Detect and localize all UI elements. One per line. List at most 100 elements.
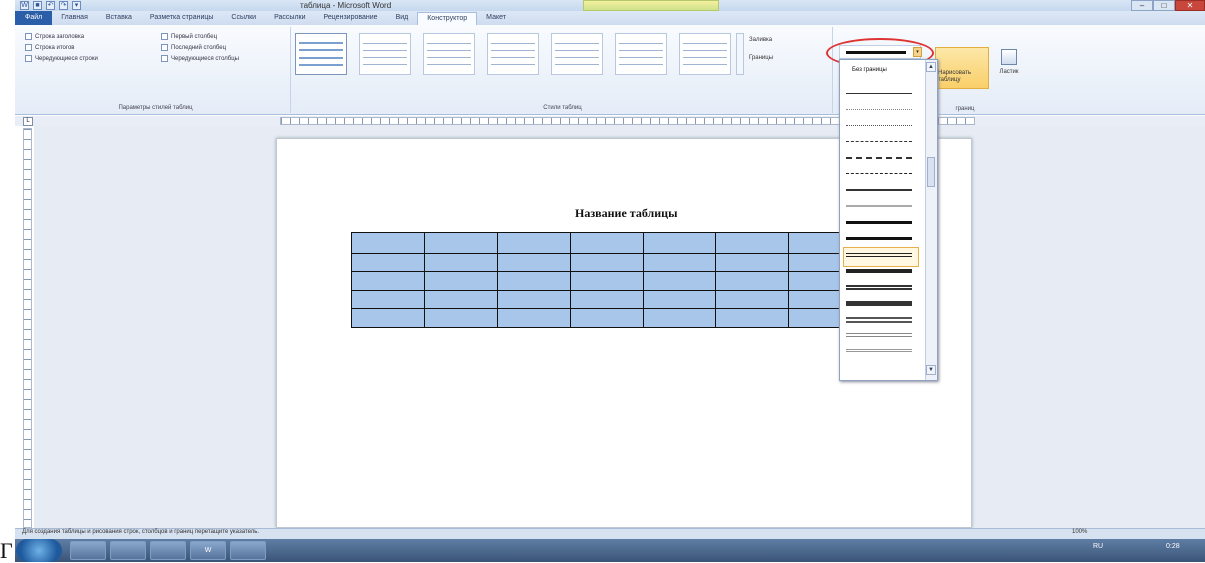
- ribbon-tabs: Файл Главная Вставка Разметка страницы С…: [15, 11, 1205, 25]
- table-cell[interactable]: [569, 252, 644, 273]
- tab-home[interactable]: Главная: [52, 11, 97, 25]
- line-style-option[interactable]: [846, 173, 912, 174]
- table-style-4[interactable]: [487, 33, 539, 75]
- word-app-icon[interactable]: W: [20, 1, 29, 10]
- banded-columns-checkbox[interactable]: Чередующиеся столбцы: [161, 53, 239, 64]
- line-style-option[interactable]: [846, 205, 912, 207]
- tab-review[interactable]: Рецензирование: [315, 11, 387, 25]
- line-style-option[interactable]: [846, 301, 912, 306]
- taskbar-word[interactable]: W: [190, 541, 226, 560]
- taskbar-explorer[interactable]: [110, 541, 146, 560]
- line-style-option[interactable]: [846, 93, 912, 94]
- table-cell[interactable]: [642, 232, 717, 254]
- minimize-button[interactable]: –: [1131, 0, 1153, 11]
- table-cell[interactable]: [423, 271, 498, 291]
- table-style-3[interactable]: [423, 33, 475, 75]
- start-button[interactable]: [16, 539, 62, 562]
- first-column-checkbox[interactable]: Первый столбец: [161, 31, 239, 42]
- maximize-button[interactable]: □: [1153, 0, 1175, 11]
- total-row-checkbox[interactable]: Строка итогов: [25, 42, 98, 53]
- table-cell[interactable]: [642, 289, 717, 310]
- table-cell[interactable]: [715, 308, 790, 328]
- scroll-up-icon[interactable]: ▲: [926, 62, 936, 72]
- line-style-option[interactable]: [846, 317, 912, 323]
- redo-icon[interactable]: ↷: [59, 1, 68, 10]
- header-row-checkbox[interactable]: Строка заголовка: [25, 31, 98, 42]
- table-cell[interactable]: [423, 308, 498, 328]
- table-cell[interactable]: [569, 271, 644, 291]
- table-cell[interactable]: [496, 252, 571, 273]
- line-style-option[interactable]: [846, 189, 912, 191]
- line-style-option[interactable]: [846, 109, 912, 110]
- vertical-ruler[interactable]: [23, 128, 32, 528]
- line-style-option[interactable]: [846, 285, 912, 290]
- line-style-option[interactable]: [846, 333, 912, 337]
- draw-table-button[interactable]: Нарисовать таблицу: [935, 47, 989, 89]
- tab-mailings[interactable]: Рассылки: [265, 11, 314, 25]
- table-cell[interactable]: [569, 232, 644, 254]
- last-column-checkbox[interactable]: Последний столбец: [161, 42, 239, 53]
- eraser-button[interactable]: Ластик: [992, 47, 1026, 89]
- table-cell[interactable]: [351, 232, 425, 254]
- table-cell[interactable]: [423, 232, 498, 254]
- table-cell[interactable]: [715, 289, 790, 310]
- save-icon[interactable]: ■: [33, 1, 42, 10]
- table-cell[interactable]: [642, 271, 717, 291]
- table-cell[interactable]: [423, 289, 498, 310]
- styles-scroll-button[interactable]: [736, 33, 744, 75]
- language-indicator[interactable]: RU: [1093, 543, 1103, 550]
- table-cell[interactable]: [642, 252, 717, 273]
- taskbar-media[interactable]: [150, 541, 186, 560]
- tab-selector[interactable]: L: [23, 117, 33, 126]
- line-style-option[interactable]: [846, 253, 912, 257]
- table-cell[interactable]: [496, 271, 571, 291]
- taskbar-browser[interactable]: [70, 541, 106, 560]
- table-cell[interactable]: [351, 308, 425, 328]
- table-style-7[interactable]: [679, 33, 731, 75]
- line-style-option[interactable]: [846, 221, 912, 224]
- table-style-6[interactable]: [615, 33, 667, 75]
- tab-view[interactable]: Вид: [387, 11, 418, 25]
- close-button[interactable]: ✕: [1175, 0, 1205, 11]
- zoom-level[interactable]: 100%: [1072, 529, 1087, 535]
- tab-design[interactable]: Конструктор: [417, 11, 478, 25]
- taskbar-app[interactable]: [230, 541, 266, 560]
- table-cell[interactable]: [715, 232, 790, 254]
- table-style-2[interactable]: [359, 33, 411, 75]
- table-cell[interactable]: [569, 308, 644, 328]
- tab-page-layout[interactable]: Разметка страницы: [141, 11, 223, 25]
- table-style-1[interactable]: [295, 33, 347, 75]
- table-cell[interactable]: [496, 308, 571, 328]
- table-style-5[interactable]: [551, 33, 603, 75]
- undo-icon[interactable]: ↶: [46, 1, 55, 10]
- table-cell[interactable]: [351, 252, 425, 273]
- scroll-thumb[interactable]: [927, 157, 935, 187]
- tab-layout[interactable]: Макет: [477, 11, 515, 25]
- scroll-down-icon[interactable]: ▼: [926, 365, 936, 375]
- table-cell[interactable]: [496, 232, 571, 254]
- customize-icon[interactable]: ▾: [72, 1, 81, 10]
- table-cell[interactable]: [715, 271, 790, 291]
- banded-rows-checkbox[interactable]: Чередующиеся строки: [25, 53, 98, 64]
- panel-scrollbar[interactable]: [925, 60, 937, 380]
- table-cell[interactable]: [423, 252, 498, 273]
- table-cell[interactable]: [351, 289, 425, 310]
- table-cell[interactable]: [715, 252, 790, 273]
- shading-button[interactable]: Заливка: [749, 37, 772, 43]
- line-style-option[interactable]: [846, 125, 912, 126]
- table-cell[interactable]: [351, 271, 425, 291]
- tab-insert[interactable]: Вставка: [97, 11, 141, 25]
- line-style-option[interactable]: [846, 349, 912, 352]
- table-title[interactable]: Название таблицы: [575, 206, 677, 221]
- line-style-option[interactable]: [846, 157, 912, 159]
- tab-file[interactable]: Файл: [15, 11, 53, 25]
- no-border-option[interactable]: Без границы: [852, 67, 887, 73]
- line-style-option[interactable]: [846, 269, 912, 273]
- borders-button[interactable]: Границы: [749, 55, 773, 61]
- line-style-option[interactable]: [846, 237, 912, 240]
- tab-references[interactable]: Ссылки: [222, 11, 265, 25]
- table-cell[interactable]: [642, 308, 717, 328]
- table-cell[interactable]: [569, 289, 644, 310]
- line-style-option[interactable]: [846, 141, 912, 142]
- table-cell[interactable]: [496, 289, 571, 310]
